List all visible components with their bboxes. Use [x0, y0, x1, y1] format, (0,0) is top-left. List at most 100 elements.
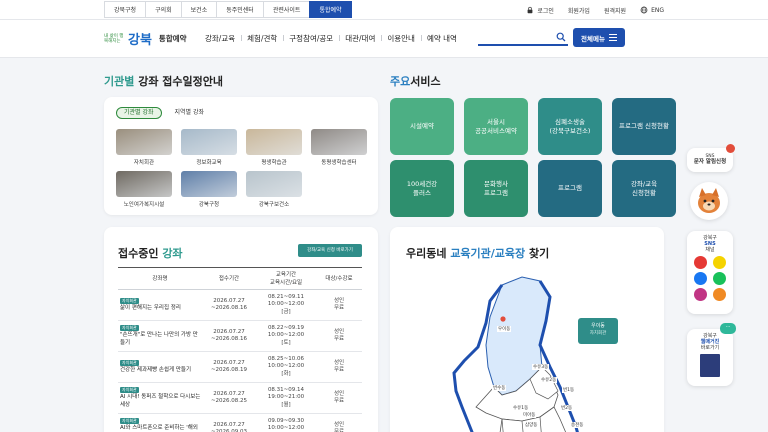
institution-label: 노인여가복지시설: [123, 202, 165, 208]
header-edu: 교육기간 교육시간/요일: [256, 267, 316, 290]
course-row[interactable]: 자치회관 건강한 제과제빵 손쉽게 만들기 2026.07.27 ~2026.08.…: [118, 351, 362, 383]
remote-support-link[interactable]: 원격지원: [604, 6, 626, 15]
web-magazine-button[interactable]: 강북구 웹매거진 바로가기: [687, 329, 733, 386]
course-row[interactable]: 자치회관AI와 스마트폰으로 준비하는 '해외여행 실전 가이2026.07.2…: [118, 413, 362, 432]
chatbot-button[interactable]: ···: [720, 323, 736, 334]
search-box: [478, 30, 568, 46]
popup-sub: 자치회관: [589, 331, 607, 336]
service-tile[interactable]: 프로그램: [538, 160, 602, 217]
magazine-cover-icon: [700, 354, 720, 377]
service-tile[interactable]: 문화행사 프로그램: [464, 160, 528, 217]
nav-item[interactable]: 체험/견학: [241, 33, 283, 44]
youtube-icon[interactable]: [694, 256, 707, 269]
map-district-label[interactable]: 번1동: [562, 387, 576, 393]
site-tab[interactable]: 보건소: [180, 1, 217, 18]
facebook-icon[interactable]: [694, 272, 707, 285]
institution-item[interactable]: 노인여가복지시설: [116, 171, 172, 208]
site-tab[interactable]: 통합예약: [309, 1, 352, 18]
mascot-button[interactable]: [690, 182, 728, 220]
kakaotalk-icon[interactable]: [713, 256, 726, 269]
all-courses-button[interactable]: 강좌/교육 신청 바로가기: [298, 244, 362, 257]
course-title[interactable]: 건강한 제과제빵 손쉽게 만들기: [120, 367, 191, 373]
course-title[interactable]: 삶이 편해지는 우리집 정리: [120, 305, 181, 311]
site-tab[interactable]: 관련사이트: [262, 1, 310, 18]
join-link[interactable]: 회원가입: [568, 6, 590, 15]
course-target-cell: 성인 무료: [316, 351, 362, 383]
service-tile[interactable]: 프로그램 신청현황: [612, 98, 676, 155]
map-district-label[interactable]: 송천동: [570, 422, 585, 428]
site-tab[interactable]: 강북구청: [104, 1, 146, 18]
logo-service-name: 통합예약: [158, 34, 187, 43]
course-title[interactable]: AI와 스마트폰으로 준비하는 '해외여행 실전 가이: [120, 425, 198, 432]
course-row[interactable]: 자치회관 "손뜨개"로 만나는 나만의 가방 만들기 2026.07.27 ~202…: [118, 320, 362, 352]
course-type-tab[interactable]: 기관별 강좌: [116, 107, 162, 119]
institution-photo: [246, 171, 302, 197]
search-input[interactable]: [478, 30, 554, 44]
nav-item[interactable]: 예약 내역: [420, 33, 463, 44]
map-district-label[interactable]: 수유1동: [512, 405, 530, 411]
service-tile[interactable]: 강좌/교육 신청현황: [612, 160, 676, 217]
sns-icons: [694, 253, 726, 301]
institution-grid: 자치회관 정보화교육 평생학습관 동평생학습센터노인여가복지시설 강북구청 강북구보건소: [116, 129, 372, 208]
main-navigation: 강좌/교육 체험/견학 구정참여/공모 대관/대여 이용안내 예약 내역: [199, 33, 463, 44]
popup-name: 우이동: [591, 323, 605, 329]
institution-item[interactable]: 평생학습관: [246, 129, 302, 166]
login-link[interactable]: 로그인: [526, 6, 554, 15]
map-popup[interactable]: 우이동 자치회관: [578, 318, 618, 344]
language-link[interactable]: ENG: [640, 6, 664, 14]
service-tile[interactable]: 서울시 공공서비스예약: [464, 98, 528, 155]
course-title[interactable]: AI 시대! 동퍼즈 철학으로 다시보는 세상: [120, 394, 200, 408]
course-row[interactable]: 자치회관 삶이 편해지는 우리집 정리 2026.07.27 ~2026.08.16…: [118, 289, 362, 321]
institution-item[interactable]: 동평생학습센터: [311, 129, 367, 166]
institution-item[interactable]: 정보화교육: [181, 129, 237, 166]
course-edu-cell: 08.31~09.14 19:00~21:00 [월]: [256, 382, 316, 414]
map-pin-icon[interactable]: [500, 316, 506, 322]
band-icon[interactable]: [713, 272, 726, 285]
all-menu-button[interactable]: 전체메뉴: [573, 28, 625, 47]
course-name-cell: 자치회관 "손뜨개"로 만나는 나만의 가방 만들기: [118, 320, 202, 352]
blog-icon[interactable]: [713, 288, 726, 301]
map-district-label[interactable]: 우이동: [497, 326, 512, 332]
course-table-header: 강좌명 접수기간 교육기간 교육시간/요일 대상/수강료: [118, 267, 362, 290]
institution-item[interactable]: 자치회관: [116, 129, 172, 166]
site-tab[interactable]: 구의회: [145, 1, 181, 18]
map-district-label[interactable]: 번2동: [560, 405, 574, 411]
nav-item[interactable]: 이용안내: [381, 33, 421, 44]
main-services-title: 주요서비스: [390, 73, 441, 89]
course-edu-cell: 08.25~10.06 10:00~12:00 [화]: [256, 351, 316, 383]
course-row[interactable]: 자치회관 AI 시대! 동퍼즈 철학으로 다시보는 세상 2026.07.27 ~2…: [118, 382, 362, 414]
instagram-icon[interactable]: [694, 288, 707, 301]
nav-item[interactable]: 대관/대여: [339, 33, 381, 44]
course-target-cell: 성인 무료: [316, 413, 362, 432]
title-accent: 기관별: [104, 75, 135, 88]
nav-item[interactable]: 강좌/교육: [199, 33, 241, 44]
course-type-tab[interactable]: 지역별 강좌: [168, 107, 212, 119]
course-period-cell: 2026.07.27 ~2026.08.19: [202, 351, 256, 383]
nav-item[interactable]: 구정참여/공모: [283, 33, 339, 44]
institution-item[interactable]: 강북구보건소: [246, 171, 302, 208]
sns-heading: 강북구 SNS 채널: [703, 235, 717, 253]
service-tile[interactable]: 심폐소생술 (강북구보건소): [538, 98, 602, 155]
institution-schedule-title: 기관별 강좌 접수일정안내: [104, 73, 223, 89]
institution-label: 정보화교육: [196, 160, 222, 166]
map-district-label[interactable]: 미아동: [522, 412, 537, 418]
map-district-label[interactable]: 수유2동: [540, 377, 558, 383]
course-badge: 자치회관: [120, 386, 139, 393]
header-period: 접수기간: [202, 267, 256, 290]
map-district-label[interactable]: 수유3동: [532, 364, 550, 370]
map-district-label[interactable]: 삼양동: [524, 422, 539, 428]
search-icon[interactable]: [556, 32, 566, 42]
institution-label: 동평생학습센터: [321, 160, 357, 166]
service-tile[interactable]: 시설예약: [390, 98, 454, 155]
site-logo[interactable]: 내 삶이 행복해지는 강북 통합예약: [104, 29, 187, 48]
course-title[interactable]: "손뜨개"로 만나는 나만의 가방 만들기: [120, 332, 198, 346]
service-tile[interactable]: 100세건강 플러스: [390, 160, 454, 217]
site-tab[interactable]: 동주민센터: [216, 1, 263, 18]
course-type-tabs: 기관별 강좌 지역별 강좌: [116, 107, 211, 119]
institution-item[interactable]: 강북구청: [181, 171, 237, 208]
course-target-cell: 성인 무료: [316, 289, 362, 321]
sms-alert-button[interactable]: SNS 문자 알림신청: [687, 144, 735, 172]
language-label: ENG: [651, 6, 664, 14]
map-district-label[interactable]: 번수동: [492, 385, 507, 391]
title-accent: 주요: [390, 75, 411, 88]
